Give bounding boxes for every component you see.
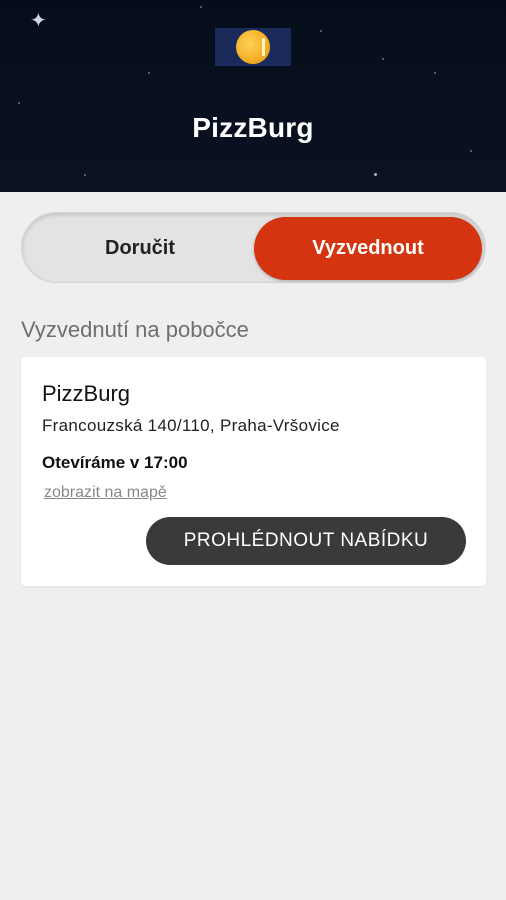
brand-title: PizzBurg	[192, 112, 314, 143]
branch-card: PizzBurg Francouzská 140/110, Praha-Vršo…	[21, 357, 486, 586]
app-header: ✦ PizzBurg	[0, 0, 506, 192]
view-menu-button[interactable]: PROHLÉDNOUT NABÍDKU	[146, 517, 466, 565]
branch-address: Francouzská 140/110, Praha-Vršovice	[42, 416, 340, 435]
logo-disc	[236, 30, 270, 64]
branch-name: PizzBurg	[42, 381, 131, 406]
star-decoration	[148, 72, 150, 74]
star-decoration	[18, 102, 20, 104]
section-title: Vyzvednutí na pobočce	[21, 317, 249, 342]
star-decoration	[320, 30, 322, 32]
star-decoration	[200, 6, 202, 8]
pickup-option[interactable]: Vyzvednout	[254, 217, 482, 280]
order-mode-toggle: Doručit Vyzvednout	[21, 212, 486, 283]
logo-icon	[215, 28, 291, 66]
show-map-link[interactable]: zobrazit na mapě	[44, 484, 167, 502]
star-decoration	[470, 150, 472, 152]
deliver-option[interactable]: Doručit	[26, 217, 254, 280]
star-decoration	[382, 58, 384, 60]
star-decoration	[84, 174, 86, 176]
star-decoration	[434, 72, 436, 74]
star-decoration	[374, 173, 377, 176]
opening-hours: Otevíráme v 17:00	[42, 453, 188, 472]
sparkle-icon: ✦	[30, 8, 47, 32]
